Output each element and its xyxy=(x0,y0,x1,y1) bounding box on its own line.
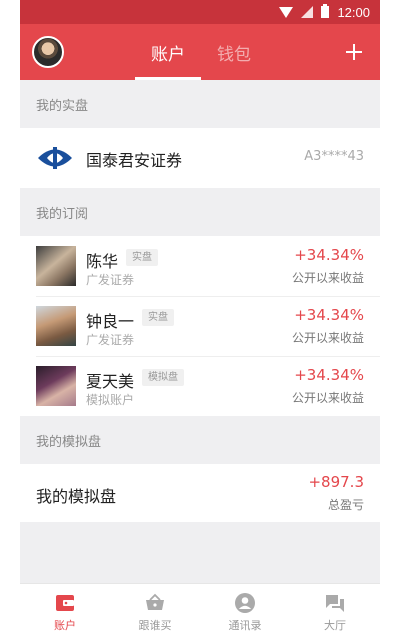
user-broker: 广发证券 xyxy=(86,333,135,347)
broker-name: 国泰君安证券 xyxy=(86,151,183,170)
section-header-subscriptions: 我的订阅 xyxy=(36,206,89,222)
chat-icon xyxy=(326,594,344,612)
contact-icon xyxy=(235,592,255,613)
user-name: 钟良一 xyxy=(86,312,135,331)
nav-label: 跟谁买 xyxy=(138,618,172,632)
status-bar: 12:00 xyxy=(20,0,380,24)
wallet-icon xyxy=(56,594,74,611)
return-value: +34.34% xyxy=(294,306,364,324)
user-broker: 广发证券 xyxy=(86,273,135,287)
subscription-item[interactable]: 夏天美 模拟盘 模拟账户 +34.34% 公开以来收益 xyxy=(20,356,380,416)
user-name: 陈华 xyxy=(86,252,119,271)
user-broker: 模拟账户 xyxy=(86,393,135,407)
signal-icon xyxy=(301,6,314,18)
app-bar: 账户 钱包 xyxy=(20,24,380,80)
phone-screen: 12:00 账户 钱包 我的实盘 国泰君安证券 A3****43 我的订阅 陈华… xyxy=(20,0,380,640)
section-header-simulated: 我的模拟盘 xyxy=(36,434,102,450)
tab-wallet[interactable]: 钱包 xyxy=(201,24,267,80)
total-profit-label: 总盈亏 xyxy=(327,498,364,512)
return-value: +34.34% xyxy=(294,366,364,384)
wifi-icon xyxy=(279,6,294,18)
user-name: 夏天美 xyxy=(86,372,135,391)
return-label: 公开以来收益 xyxy=(291,271,364,285)
simulated-account-name: 我的模拟盘 xyxy=(36,487,117,506)
user-photo xyxy=(36,306,76,346)
nav-hall[interactable]: 大厅 xyxy=(290,584,380,640)
user-photo xyxy=(36,366,76,406)
avatar[interactable] xyxy=(32,36,64,68)
return-value: +34.34% xyxy=(294,246,364,264)
nav-label: 通讯录 xyxy=(228,618,262,632)
subscription-item[interactable]: 钟良一 实盘 广发证券 +34.34% 公开以来收益 xyxy=(20,296,380,356)
nav-account[interactable]: 账户 xyxy=(20,584,110,640)
section-header-real: 我的实盘 xyxy=(36,98,89,114)
tab-account[interactable]: 账户 xyxy=(135,24,201,80)
return-label: 公开以来收益 xyxy=(291,391,364,405)
total-profit-value: +897.3 xyxy=(308,473,364,491)
subscription-item[interactable]: 陈华 实盘 广发证券 +34.34% 公开以来收益 xyxy=(20,236,380,296)
battery-icon xyxy=(321,4,330,18)
add-icon[interactable] xyxy=(340,38,368,66)
simulated-account-row[interactable]: 我的模拟盘 +897.3 总盈亏 xyxy=(20,464,380,522)
basket-icon xyxy=(146,593,164,610)
broker-account: A3****43 xyxy=(304,149,364,164)
nav-contacts[interactable]: 通讯录 xyxy=(200,584,290,640)
broker-logo-icon xyxy=(38,147,72,169)
nav-label: 账户 xyxy=(54,618,76,632)
return-label: 公开以来收益 xyxy=(291,331,364,345)
status-time: 12:00 xyxy=(337,4,370,20)
broker-row[interactable]: 国泰君安证券 A3****43 xyxy=(20,128,380,188)
account-type-badge: 实盘 xyxy=(142,309,174,326)
header-tabs: 账户 钱包 xyxy=(135,24,267,80)
account-type-badge: 实盘 xyxy=(126,249,158,266)
account-type-badge: 模拟盘 xyxy=(142,369,184,386)
user-photo xyxy=(36,246,76,286)
subscription-list: 陈华 实盘 广发证券 +34.34% 公开以来收益 钟良一 实盘 广发证券 +3… xyxy=(20,236,380,416)
nav-label: 大厅 xyxy=(324,618,346,632)
nav-follow-buy[interactable]: 跟谁买 xyxy=(110,584,200,640)
bottom-nav: 账户 跟谁买 通讯录 大厅 xyxy=(20,583,380,640)
